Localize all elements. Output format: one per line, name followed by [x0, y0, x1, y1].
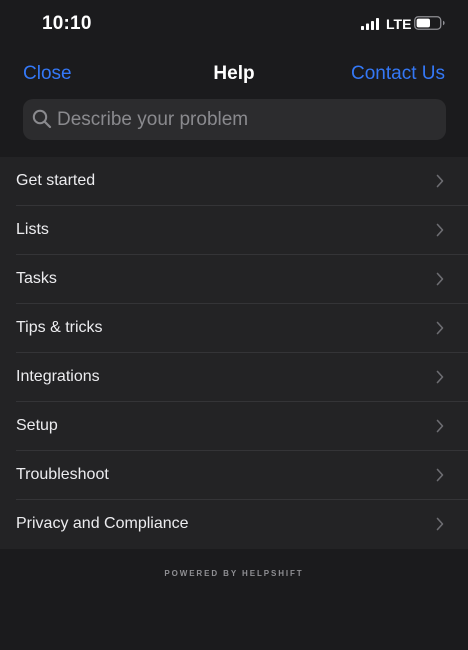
- navigation-bar: Help Close Contact Us: [0, 56, 468, 92]
- chevron-right-icon: [436, 223, 444, 237]
- help-screen: 10:10 LTE Help Close Contact Us Get star…: [0, 0, 468, 650]
- help-topic-label: Troubleshoot: [16, 466, 109, 483]
- battery-icon: [414, 16, 445, 30]
- close-button[interactable]: Close: [23, 63, 72, 85]
- contact-us-button[interactable]: Contact Us: [351, 63, 445, 85]
- help-topic-label: Tasks: [16, 270, 57, 287]
- help-topic-label: Setup: [16, 417, 58, 434]
- help-topic-tasks[interactable]: Tasks: [0, 255, 468, 304]
- help-topic-get-started[interactable]: Get started: [0, 157, 468, 206]
- help-topic-troubleshoot[interactable]: Troubleshoot: [0, 451, 468, 500]
- help-topic-setup[interactable]: Setup: [0, 402, 468, 451]
- search-bar[interactable]: [23, 99, 446, 140]
- help-topic-label: Integrations: [16, 368, 100, 385]
- help-topic-label: Tips & tricks: [16, 319, 103, 336]
- search-icon: [32, 109, 52, 129]
- search-input[interactable]: [57, 99, 437, 140]
- chevron-right-icon: [436, 321, 444, 335]
- status-time: 10:10: [42, 13, 92, 34]
- help-topic-label: Privacy and Compliance: [16, 515, 189, 532]
- chevron-right-icon: [436, 419, 444, 433]
- help-topic-privacy-and-compliance[interactable]: Privacy and Compliance: [0, 500, 468, 549]
- help-topic-integrations[interactable]: Integrations: [0, 353, 468, 402]
- status-bar: 10:10 LTE: [0, 0, 468, 50]
- chevron-right-icon: [436, 468, 444, 482]
- chevron-right-icon: [436, 174, 444, 188]
- powered-by-label: POWERED BY HELPSHIFT: [164, 569, 304, 578]
- help-topic-label: Lists: [16, 221, 49, 238]
- chevron-right-icon: [436, 272, 444, 286]
- network-type-label: LTE: [386, 16, 412, 32]
- chevron-right-icon: [436, 370, 444, 384]
- help-topic-label: Get started: [16, 172, 96, 189]
- help-topics-list: Get started Lists Tasks Tips & tricks In…: [0, 157, 468, 549]
- help-topic-lists[interactable]: Lists: [0, 206, 468, 255]
- chevron-right-icon: [436, 517, 444, 531]
- help-topic-tips-and-tricks[interactable]: Tips & tricks: [0, 304, 468, 353]
- cellular-signal-icon: [361, 18, 379, 30]
